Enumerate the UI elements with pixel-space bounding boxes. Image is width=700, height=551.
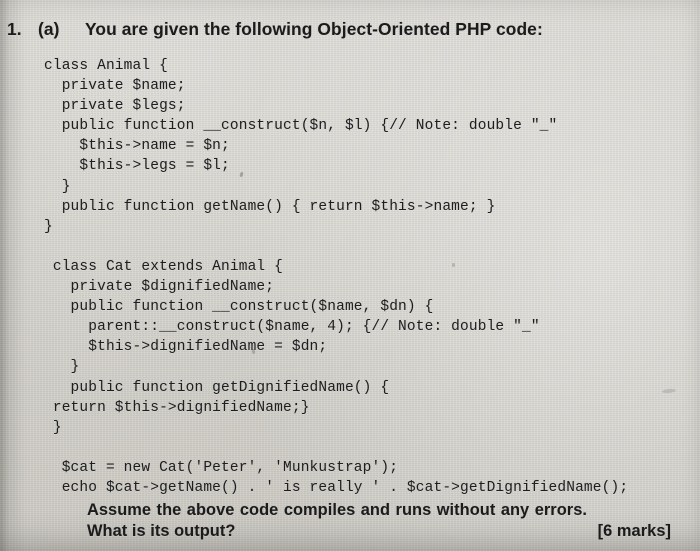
marks-allocation: [6 marks] [597,522,671,540]
question-part-label: (a) [38,19,60,39]
code-line: private $legs; [44,98,186,115]
assume-instruction: Assume the above code compiles and runs … [87,501,587,519]
code-line: class Animal { [44,58,168,74]
code-line: public function getName() { return $this… [44,198,496,215]
code-line: $this->dignifiedName = $dn; [44,339,328,356]
code-line: } [44,218,53,235]
question-closing-block: Assume the above code compiles and runs … [87,500,675,542]
code-line: } [44,178,71,195]
code-line: echo $cat->getName() . ' is really ' . $… [44,479,629,496]
code-line: $cat = new Cat('Peter', 'Munkustrap'); [44,459,399,476]
code-line: public function __construct($n, $l) {// … [44,118,558,135]
code-line: private $name; [44,78,186,95]
code-line: parent::__construct($name, 4); {// Note:… [44,319,540,336]
output-question-text: What is its output? [87,522,236,540]
code-line: } [44,359,80,376]
code-line: public function __construct($name, $dn) … [44,299,434,316]
exam-paper-photo: 1. (a) You are given the following Objec… [0,0,700,551]
question-heading: 1. (a) You are given the following Objec… [0,19,700,40]
code-line: private $dignifiedName; [44,279,275,296]
output-question-row: What is its output? [6 marks] [87,521,675,542]
code-line: class Cat extends Animal { [44,258,283,275]
code-line: } [44,419,62,436]
code-line: $this->legs = $l; [44,158,230,175]
code-line: public function getDignifiedName() { [44,379,390,396]
php-code-listing: class Animal { private $name; private $l… [44,56,692,498]
question-number: 1. [7,19,22,39]
code-line: $this->name = $n; [44,138,230,155]
question-prompt-text: You are given the following Object-Orien… [85,19,543,39]
code-line: return $this->dignifiedName;} [44,399,310,416]
